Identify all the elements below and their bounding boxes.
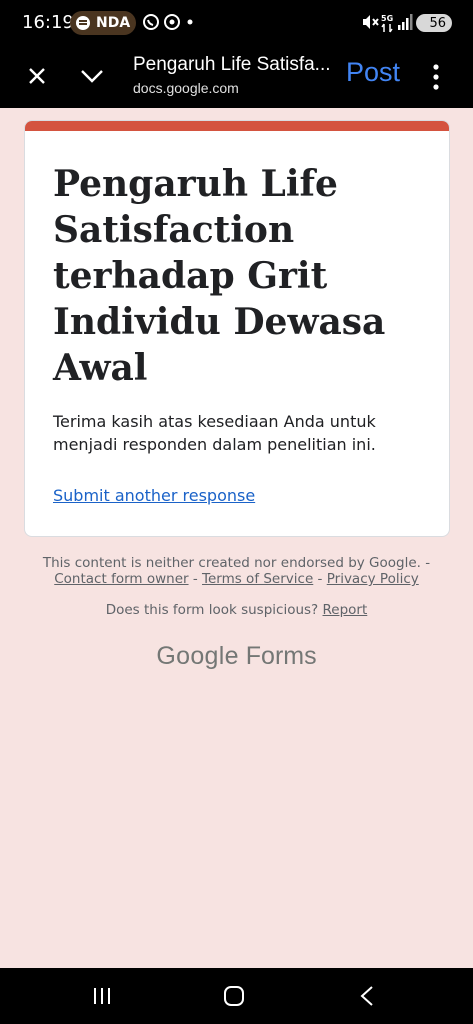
close-icon [29, 68, 45, 84]
footer-disclaimer: This content is neither created nor endo… [0, 555, 473, 587]
suspicious-text: Does this form look suspicious? [105, 602, 319, 618]
home-icon[interactable] [220, 984, 248, 1008]
signal-icon [398, 14, 413, 30]
forms-wordmark: Forms [245, 642, 317, 670]
status-bar: 16:19 NDA 5G 56 [0, 0, 473, 44]
confirmation-card: Pengaruh Life Satisfaction terhadap Grit… [24, 120, 450, 537]
more-notifications-icon [187, 19, 193, 25]
privacy-policy-link[interactable]: Privacy Policy [327, 571, 419, 587]
back-icon[interactable] [353, 984, 381, 1008]
suspicious-line: Does this form look suspicious? Report [0, 602, 473, 618]
minimize-button[interactable] [78, 62, 106, 90]
terms-of-service-link[interactable]: Terms of Service [202, 571, 313, 587]
recent-apps-icon[interactable] [88, 984, 116, 1008]
footer-separator: - [188, 571, 203, 587]
status-time: 16:19 [22, 12, 74, 33]
battery-level: 56 [429, 15, 446, 31]
svg-text:5G: 5G [381, 14, 393, 23]
page-url: docs.google.com [133, 80, 239, 96]
post-button[interactable]: Post [346, 57, 400, 88]
chevron-down-icon [81, 70, 103, 83]
disclaimer-text: This content is neither created nor endo… [42, 555, 431, 571]
footer-links: Contact form owner - Terms of Service - … [0, 571, 473, 587]
spotify-icon [76, 16, 90, 30]
card-accent-bar [25, 121, 449, 131]
browser-header: Pengaruh Life Satisfa... docs.google.com… [0, 44, 473, 108]
whatsapp-icon [143, 14, 159, 30]
mute-icon [363, 15, 379, 29]
confirmation-message: Terima kasih atas kesediaan Anda untuk m… [53, 412, 376, 454]
network-5g-icon: 5G [381, 14, 393, 33]
media-pill-label: NDA [96, 15, 131, 31]
report-link[interactable]: Report [323, 602, 368, 618]
submit-another-response-link[interactable]: Submit another response [53, 486, 255, 505]
form-title: Pengaruh Life Satisfaction terhadap Grit… [53, 163, 386, 389]
more-options-icon[interactable] [424, 62, 448, 92]
system-nav-bar [0, 968, 473, 1024]
google-forms-logo[interactable]: Google Forms [0, 642, 473, 671]
media-pill[interactable]: NDA [70, 11, 136, 35]
contact-form-owner-link[interactable]: Contact form owner [54, 571, 188, 587]
messenger-icon [164, 14, 180, 30]
close-button[interactable] [23, 62, 51, 90]
google-wordmark: Google [156, 642, 239, 670]
footer-separator: - [313, 571, 327, 587]
page-title: Pengaruh Life Satisfa... [133, 54, 331, 75]
battery-indicator: 56 [416, 14, 452, 32]
